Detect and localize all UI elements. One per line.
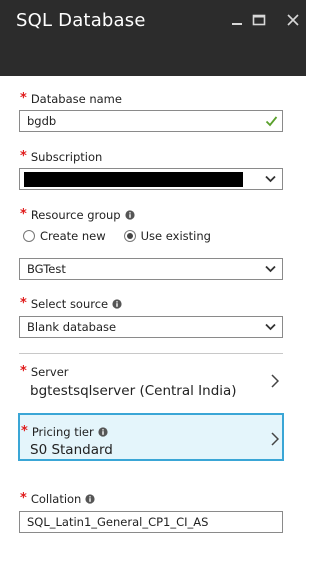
collation-value: SQL_Latin1_General_CP1_CI_AS [27,515,209,529]
minimize-button[interactable] [229,12,245,28]
collation-label: * Collation [20,492,95,506]
divider [19,353,283,354]
server-label-text: Server [30,365,69,379]
maximize-icon [252,14,266,26]
required-marker: * [20,491,27,506]
collation-input[interactable]: SQL_Latin1_General_CP1_CI_AS [19,511,283,533]
required-marker: * [20,364,27,379]
chevron-down-icon [265,265,276,273]
radio-create-new[interactable]: Create new [23,229,106,243]
radio-use-existing-label: Use existing [140,229,211,243]
pricing-tier-selector[interactable]: * Pricing tier S0 Standard [18,413,284,461]
resource-group-label: * Resource group [20,208,135,222]
radio-create-new-label: Create new [40,229,106,243]
required-marker: * [21,424,28,439]
close-icon [287,14,299,26]
server-selector[interactable]: * Server bgtestsqlserver (Central India) [19,362,283,408]
required-marker: * [20,91,27,106]
info-icon[interactable] [98,427,108,437]
resource-group-select[interactable]: BGTest [19,258,283,280]
chevron-right-icon [271,432,279,446]
blade-title: SQL Database [16,10,146,31]
radio-use-existing[interactable]: Use existing [123,229,211,243]
database-name-label: * Database name [20,92,122,106]
chevron-right-icon [271,374,279,388]
server-value: bgtestsqlserver (Central India) [30,383,237,399]
resource-group-value: BGTest [27,262,66,276]
chevron-down-icon [265,323,276,331]
pricing-tier-value: S0 Standard [30,442,113,458]
subscription-redacted-value [24,172,243,187]
select-source-value: Blank database [27,320,117,334]
info-icon[interactable] [112,299,122,309]
chevron-down-icon [265,175,276,183]
select-source-select[interactable]: Blank database [19,316,283,338]
database-name-label-text: Database name [30,92,122,106]
required-marker: * [20,149,27,164]
radio-button[interactable] [23,230,35,242]
select-source-label: * Select source [20,297,122,311]
resource-group-radio-group: Create new Use existing [23,229,229,243]
minimize-icon [232,23,242,25]
server-label: * Server [20,365,69,379]
pricing-tier-label-text: Pricing tier [31,425,94,439]
required-marker: * [20,207,27,222]
required-marker: * [20,296,27,311]
subscription-select[interactable] [19,168,283,190]
collation-label-text: Collation [30,492,82,506]
select-source-label-text: Select source [30,297,109,311]
check-icon [265,115,278,127]
info-icon[interactable] [125,210,135,220]
database-name-input[interactable]: bgdb [19,110,283,132]
maximize-button[interactable] [251,12,267,28]
pricing-tier-label: * Pricing tier [21,425,108,439]
database-name-value: bgdb [27,114,57,128]
info-icon[interactable] [85,494,95,504]
radio-button-selected[interactable] [123,230,136,242]
close-button[interactable] [285,12,301,28]
resource-group-label-text: Resource group [30,208,121,222]
subscription-label-text: Subscription [30,150,103,164]
subscription-label: * Subscription [20,150,102,164]
blade-header: SQL Database [0,0,306,76]
